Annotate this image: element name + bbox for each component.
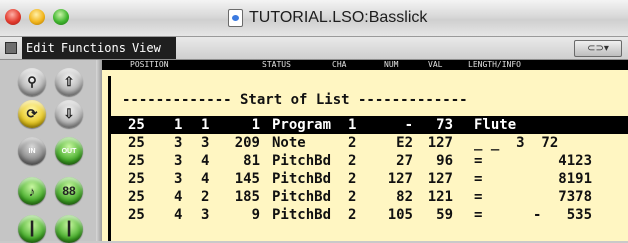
menu-functions[interactable]: Functions: [61, 41, 126, 55]
row-beat: 3: [174, 171, 183, 187]
row-beat: 3: [174, 135, 183, 151]
header-val: VAL: [428, 60, 443, 69]
row-beat: 3: [174, 153, 183, 169]
event-row[interactable]: 25 4 2 185 PitchBd 2 82 121 = 7378: [111, 188, 628, 206]
midi-in-icon[interactable]: IN: [18, 137, 46, 165]
row-div: 3: [201, 135, 210, 151]
row-val: 127: [427, 135, 453, 151]
row-num: E2: [396, 135, 413, 151]
row-num: 127: [387, 171, 413, 187]
zoom-button[interactable]: [53, 9, 69, 25]
row-tick: 9: [251, 207, 260, 223]
menu-view[interactable]: View: [132, 41, 161, 55]
event-row[interactable]: 25 3 4 81 PitchBd 2 27 96 = 4123: [111, 152, 628, 170]
row-info: = 7378: [474, 189, 593, 205]
row-div: 2: [201, 189, 210, 205]
close-button[interactable]: [5, 9, 21, 25]
up-arrow-icon[interactable]: ⇧: [55, 68, 83, 96]
event-row[interactable]: 25 1 1 1 Program 1 - 73 Flute: [111, 116, 628, 134]
row-status: Program: [272, 117, 332, 133]
event-list[interactable]: ------------- Start of List ------------…: [102, 70, 628, 241]
row-tick: 209: [234, 135, 260, 151]
row-tick: 81: [243, 153, 260, 169]
row-num: 105: [387, 207, 413, 223]
column-header: POSITION STATUS CHA NUM VAL LENGTH/INFO: [102, 60, 628, 70]
collapse-box-icon[interactable]: [5, 42, 17, 54]
document-icon: [228, 9, 243, 27]
row-num: 27: [396, 153, 413, 169]
row-bar: 25: [128, 153, 145, 169]
row-beat: 4: [174, 189, 183, 205]
row-cha: 2: [348, 135, 357, 151]
event-row[interactable]: 25 3 3 209 Note 2 E2 127 _ _ 3 72: [111, 134, 628, 152]
walk-icon[interactable]: ⚲: [18, 68, 46, 96]
minimize-button[interactable]: [29, 9, 45, 25]
window-title-group: TUTORIAL.LSO:Basslick: [228, 9, 427, 27]
row-beat: 4: [174, 207, 183, 223]
row-bar: 25: [128, 189, 145, 205]
window-title: TUTORIAL.LSO:Basslick: [249, 9, 428, 26]
row-cha: 2: [348, 207, 357, 223]
title-bar: TUTORIAL.LSO:Basslick: [0, 0, 628, 37]
row-bar: 25: [128, 171, 145, 187]
fader-2-icon[interactable]: ┃: [55, 215, 83, 243]
row-val: 59: [436, 207, 453, 223]
row-status: Note: [272, 135, 306, 151]
tool-palette: ⚲ ⇧ ⟳ ⇩ IN OUT ♪ 88 ┃ ┃: [0, 60, 102, 243]
cycle-icon[interactable]: ⟳: [18, 100, 46, 128]
row-bar: 25: [128, 117, 145, 133]
row-div: 1: [201, 117, 210, 133]
fader-icon[interactable]: ┃: [18, 215, 46, 243]
row-div: 4: [201, 171, 210, 187]
row-div: 4: [201, 153, 210, 169]
header-status: STATUS: [262, 60, 291, 69]
row-info: Flute: [474, 117, 517, 133]
menu-edit[interactable]: Edit: [26, 41, 55, 55]
row-val: 127: [427, 171, 453, 187]
row-info: = - 535: [474, 207, 593, 223]
row-bar: 25: [128, 207, 145, 223]
local-menu-bar: Edit Functions View ⊂⊃▾: [0, 37, 628, 60]
midi-in-label: IN: [28, 147, 36, 155]
link-icon[interactable]: ⊂⊃▾: [574, 40, 622, 57]
row-num: 82: [396, 189, 413, 205]
header-position: POSITION: [130, 60, 169, 69]
down-arrow-icon[interactable]: ⇩: [55, 100, 83, 128]
row-info: = 8191: [474, 171, 593, 187]
row-tick: 1: [251, 117, 260, 133]
row-status: PitchBd: [272, 189, 332, 205]
controller-88-label: 88: [62, 184, 76, 198]
row-num: -: [404, 117, 413, 133]
start-of-list: ------------- Start of List ------------…: [122, 92, 468, 108]
controller-88-button[interactable]: 88: [55, 177, 83, 205]
event-row[interactable]: 25 4 3 9 PitchBd 2 105 59 = - 535: [111, 206, 628, 224]
header-length: LENGTH/INFO: [468, 60, 521, 69]
row-tick: 185: [234, 189, 260, 205]
row-tick: 145: [234, 171, 260, 187]
row-cha: 1: [348, 117, 357, 133]
note-icon[interactable]: ♪: [18, 177, 46, 205]
row-status: PitchBd: [272, 171, 332, 187]
row-val: 73: [436, 117, 453, 133]
row-beat: 1: [174, 117, 183, 133]
row-status: PitchBd: [272, 207, 332, 223]
row-div: 3: [201, 207, 210, 223]
header-num: NUM: [384, 60, 399, 69]
row-cha: 2: [348, 153, 357, 169]
row-cha: 2: [348, 171, 357, 187]
midi-out-icon[interactable]: OUT: [55, 137, 83, 165]
local-menu: Edit Functions View: [22, 37, 176, 59]
row-info: _ _ 3 72: [474, 135, 559, 151]
row-val: 121: [427, 189, 453, 205]
row-bar: 25: [128, 135, 145, 151]
header-cha: CHA: [332, 60, 347, 69]
row-val: 96: [436, 153, 453, 169]
event-row[interactable]: 25 3 4 145 PitchBd 2 127 127 = 8191: [111, 170, 628, 188]
row-cha: 2: [348, 189, 357, 205]
row-info: = 4123: [474, 153, 593, 169]
midi-out-label: OUT: [61, 147, 77, 155]
row-status: PitchBd: [272, 153, 332, 169]
